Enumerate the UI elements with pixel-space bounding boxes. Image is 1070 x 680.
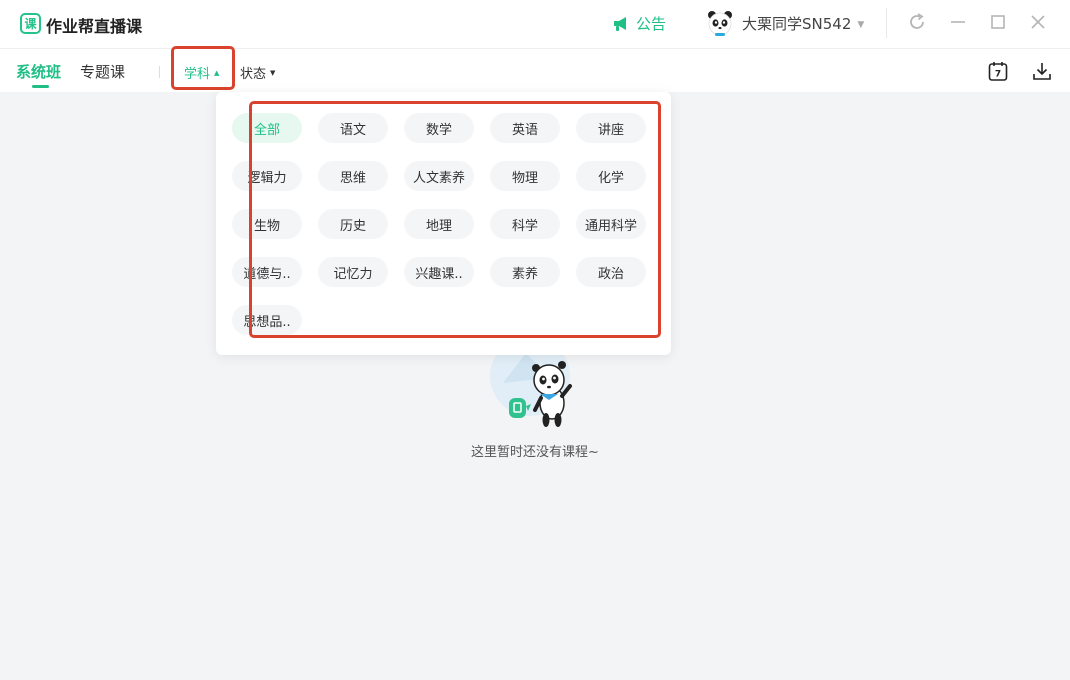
user-name: 大栗同学SN542 bbox=[742, 14, 852, 33]
nav-bar: 系统班 专题课 学科 ▲ 状态 ▼ 7 bbox=[0, 46, 1070, 92]
empty-state-message: 这里暂时还没有课程~ bbox=[471, 445, 599, 460]
download-icon bbox=[1033, 63, 1051, 80]
status-filter-label: 状态 bbox=[240, 67, 267, 82]
close-icon bbox=[1031, 15, 1045, 29]
calendar-button[interactable]: 7 bbox=[987, 60, 1009, 82]
refresh-button[interactable] bbox=[906, 11, 928, 33]
maximize-icon bbox=[991, 15, 1005, 29]
status-filter[interactable]: 状态 ▼ bbox=[240, 63, 275, 82]
title-bar: 课 作业帮直播课 公告 大栗同学SN542 ▼ bbox=[0, 0, 1070, 48]
caret-down-icon: ▼ bbox=[270, 68, 276, 77]
minimize-icon bbox=[951, 21, 965, 23]
notice-button[interactable]: 公告 bbox=[612, 13, 666, 34]
chevron-down-icon: ▼ bbox=[857, 19, 865, 30]
minimize-button[interactable] bbox=[947, 11, 969, 33]
tab-topic-class[interactable]: 专题课 bbox=[80, 61, 125, 82]
active-tab-indicator bbox=[32, 85, 49, 88]
notice-label: 公告 bbox=[636, 15, 667, 33]
close-button[interactable] bbox=[1027, 11, 1049, 33]
divider bbox=[886, 8, 887, 38]
highlight-box-subject-list bbox=[249, 101, 661, 338]
panda-avatar-icon bbox=[708, 11, 732, 36]
svg-text:7: 7 bbox=[995, 70, 1001, 80]
calendar-icon: 7 bbox=[988, 62, 1008, 81]
megaphone-icon bbox=[612, 16, 630, 32]
refresh-icon bbox=[910, 13, 924, 29]
app-title: 作业帮直播课 bbox=[46, 17, 143, 36]
user-menu[interactable]: 大栗同学SN542 ▼ bbox=[706, 9, 864, 37]
maximize-button[interactable] bbox=[987, 11, 1009, 33]
divider bbox=[159, 66, 160, 78]
tab-system-class[interactable]: 系统班 bbox=[16, 61, 61, 82]
download-button[interactable] bbox=[1031, 60, 1053, 82]
highlight-box-subject-filter bbox=[171, 46, 235, 90]
app-logo-icon: 课 bbox=[20, 13, 41, 34]
